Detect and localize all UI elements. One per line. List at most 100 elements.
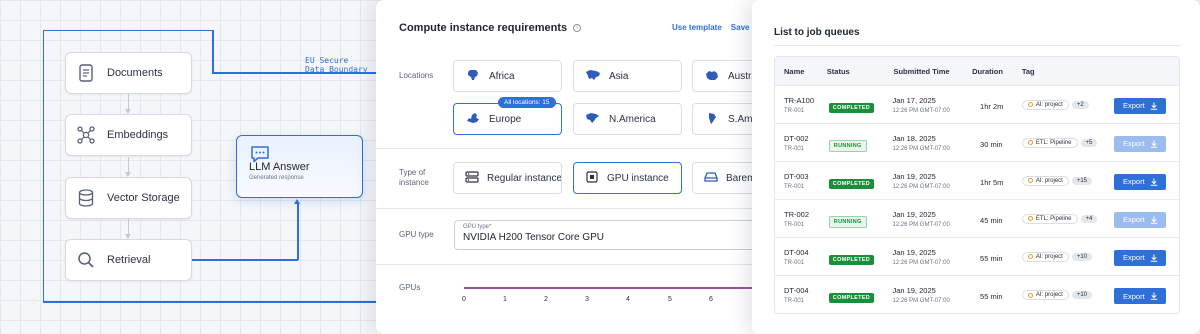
submitted-time: 12:26 PM GMT-07:00: [892, 298, 950, 304]
cell-submitted: Jan 19, 2025 12:26 PM GMT-07:00: [892, 172, 970, 190]
node-llm-answer[interactable]: LLM Answer Generated response: [236, 135, 363, 198]
export-button[interactable]: Export: [1114, 135, 1167, 152]
table-row[interactable]: DT-002 TR-001 RUNNING Jan 18, 2025 12:26…: [775, 124, 1179, 162]
cell-actions: Export: [1109, 171, 1179, 190]
slider-tick: 4: [626, 296, 630, 303]
export-label: Export: [1123, 291, 1145, 301]
tag-chip[interactable]: AI: project: [1021, 251, 1069, 262]
export-label: Export: [1123, 177, 1145, 187]
node-retrieval[interactable]: Retrieval: [65, 239, 192, 281]
submitted-time: 12:26 PM GMT-07:00: [892, 145, 950, 152]
node-vector-storage[interactable]: Vector Storage: [65, 177, 192, 219]
tag-chip[interactable]: ETL: Pipeline: [1021, 137, 1078, 148]
cell-status: COMPLETED: [823, 96, 893, 114]
tag-icon: [1027, 292, 1033, 298]
submitted-date: Jan 19, 2025: [892, 286, 936, 295]
location-label: N.America: [609, 113, 656, 125]
slider-tick: 1: [503, 296, 507, 303]
col-duration[interactable]: Duration: [970, 67, 1022, 76]
tag-label: ETL: Pipeline: [1035, 139, 1072, 146]
instance-regular[interactable]: Regular instance: [453, 162, 562, 194]
tag-count[interactable]: +15: [1071, 176, 1093, 185]
connector: [128, 157, 129, 173]
info-icon[interactable]: i: [573, 24, 582, 32]
table-row[interactable]: TR-002 TR-001 RUNNING Jan 19, 2025 12:26…: [775, 200, 1179, 238]
boundary-line: [212, 30, 214, 72]
tag-group: AI: project +10: [1021, 251, 1110, 262]
server-icon: [465, 170, 479, 186]
cell-duration: 30 min: [970, 134, 1022, 152]
table-row[interactable]: DT-004 TR-001 COMPLETED Jan 19, 2025 12:…: [775, 276, 1179, 313]
submitted-time: 12:26 PM GMT-07:00: [892, 107, 950, 114]
tag-group: ETL: Pipeline +5: [1021, 137, 1110, 148]
disk-icon: [704, 171, 718, 186]
cell-duration: 55 min: [970, 286, 1022, 304]
location-asia[interactable]: Asia: [573, 60, 682, 92]
tag-chip[interactable]: AI: project: [1021, 99, 1069, 110]
submitted-date: Jan 17, 2025: [892, 95, 936, 105]
tag-count[interactable]: +10: [1071, 291, 1093, 299]
tag-group: AI: project +10: [1021, 290, 1110, 300]
queues-title: List to job queues: [774, 27, 860, 38]
instance-gpu[interactable]: GPU instance: [573, 162, 682, 194]
tag-count[interactable]: +2: [1071, 100, 1089, 109]
status-badge: RUNNING: [828, 139, 867, 152]
tag-chip[interactable]: AI: project: [1021, 175, 1069, 186]
export-button[interactable]: Export: [1114, 211, 1167, 228]
job-id: TR-001: [784, 107, 805, 114]
cell-name: DT-002 TR-001: [775, 134, 823, 152]
gpus-slider[interactable]: [464, 287, 764, 289]
tag-count[interactable]: +10: [1071, 252, 1093, 261]
slider-tick: 5: [668, 296, 672, 303]
gpu-type-field[interactable]: GPU type* NVIDIA H200 Tensor Core GPU: [454, 220, 794, 250]
submitted-time: 12:26 PM GMT-07:00: [892, 221, 950, 228]
export-button[interactable]: Export: [1114, 97, 1167, 114]
cell-duration: 1hr 2m: [970, 96, 1022, 114]
gpu-field-value: NVIDIA H200 Tensor Core GPU: [463, 232, 604, 243]
tag-count[interactable]: +5: [1080, 138, 1098, 147]
node-embeddings[interactable]: Embeddings: [65, 114, 192, 156]
tag-icon: [1027, 140, 1033, 145]
col-tag[interactable]: Tag: [1022, 67, 1110, 76]
table-row[interactable]: DT-004 TR-001 COMPLETED Jan 19, 2025 12:…: [775, 238, 1179, 276]
cell-name: TR-002 TR-001: [775, 210, 823, 228]
table-row[interactable]: TR-A100 TR-001 COMPLETED Jan 17, 2025 12…: [775, 86, 1179, 124]
col-name[interactable]: Name: [775, 67, 823, 76]
table-row[interactable]: DT-003 TR-001 COMPLETED Jan 19, 2025 12:…: [775, 162, 1179, 200]
use-template-link[interactable]: Use template: [672, 23, 722, 32]
database-icon: [77, 189, 95, 207]
node-label: Vector Storage: [107, 192, 180, 204]
export-button[interactable]: Export: [1114, 173, 1167, 190]
export-label: Export: [1123, 139, 1145, 149]
cell-submitted: Jan 19, 2025 12:26 PM GMT-07:00: [892, 248, 970, 266]
asia-map-icon: [585, 69, 601, 84]
tag-chip[interactable]: AI: project: [1021, 290, 1069, 300]
boundary-label: EU Secure Data Boundary: [305, 56, 368, 74]
col-submitted-time[interactable]: Submitted Time: [892, 67, 970, 76]
job-id: TR-001: [784, 145, 805, 152]
tag-chip[interactable]: ETL: Pipeline: [1021, 213, 1078, 224]
graph-nodes-icon: [77, 126, 95, 144]
australia-map-icon: [704, 69, 720, 84]
cell-actions: Export: [1109, 286, 1179, 305]
connector: [128, 219, 129, 235]
europe-map-icon: [465, 112, 481, 127]
cell-actions: Export: [1109, 133, 1179, 152]
job-id: TR-001: [784, 183, 805, 190]
cell-duration: 1hr 5m: [970, 172, 1022, 190]
cell-status: COMPLETED: [823, 286, 893, 304]
divider: [774, 45, 1180, 46]
submitted-date: Jan 19, 2025: [892, 171, 936, 181]
col-status[interactable]: Status: [823, 67, 893, 76]
tag-count[interactable]: +4: [1080, 214, 1098, 223]
connector: [128, 94, 129, 110]
location-n-america[interactable]: N.America: [573, 103, 682, 135]
job-name: DT-002: [784, 133, 809, 143]
export-button[interactable]: Export: [1114, 249, 1167, 266]
duration-value: 55 min: [980, 253, 1003, 263]
export-button[interactable]: Export: [1114, 288, 1167, 305]
location-africa[interactable]: Africa: [453, 60, 562, 92]
cell-name: TR-A100 TR-001: [775, 96, 823, 114]
node-documents[interactable]: Documents: [65, 52, 192, 94]
cell-tag: AI: project +15: [1021, 175, 1110, 186]
